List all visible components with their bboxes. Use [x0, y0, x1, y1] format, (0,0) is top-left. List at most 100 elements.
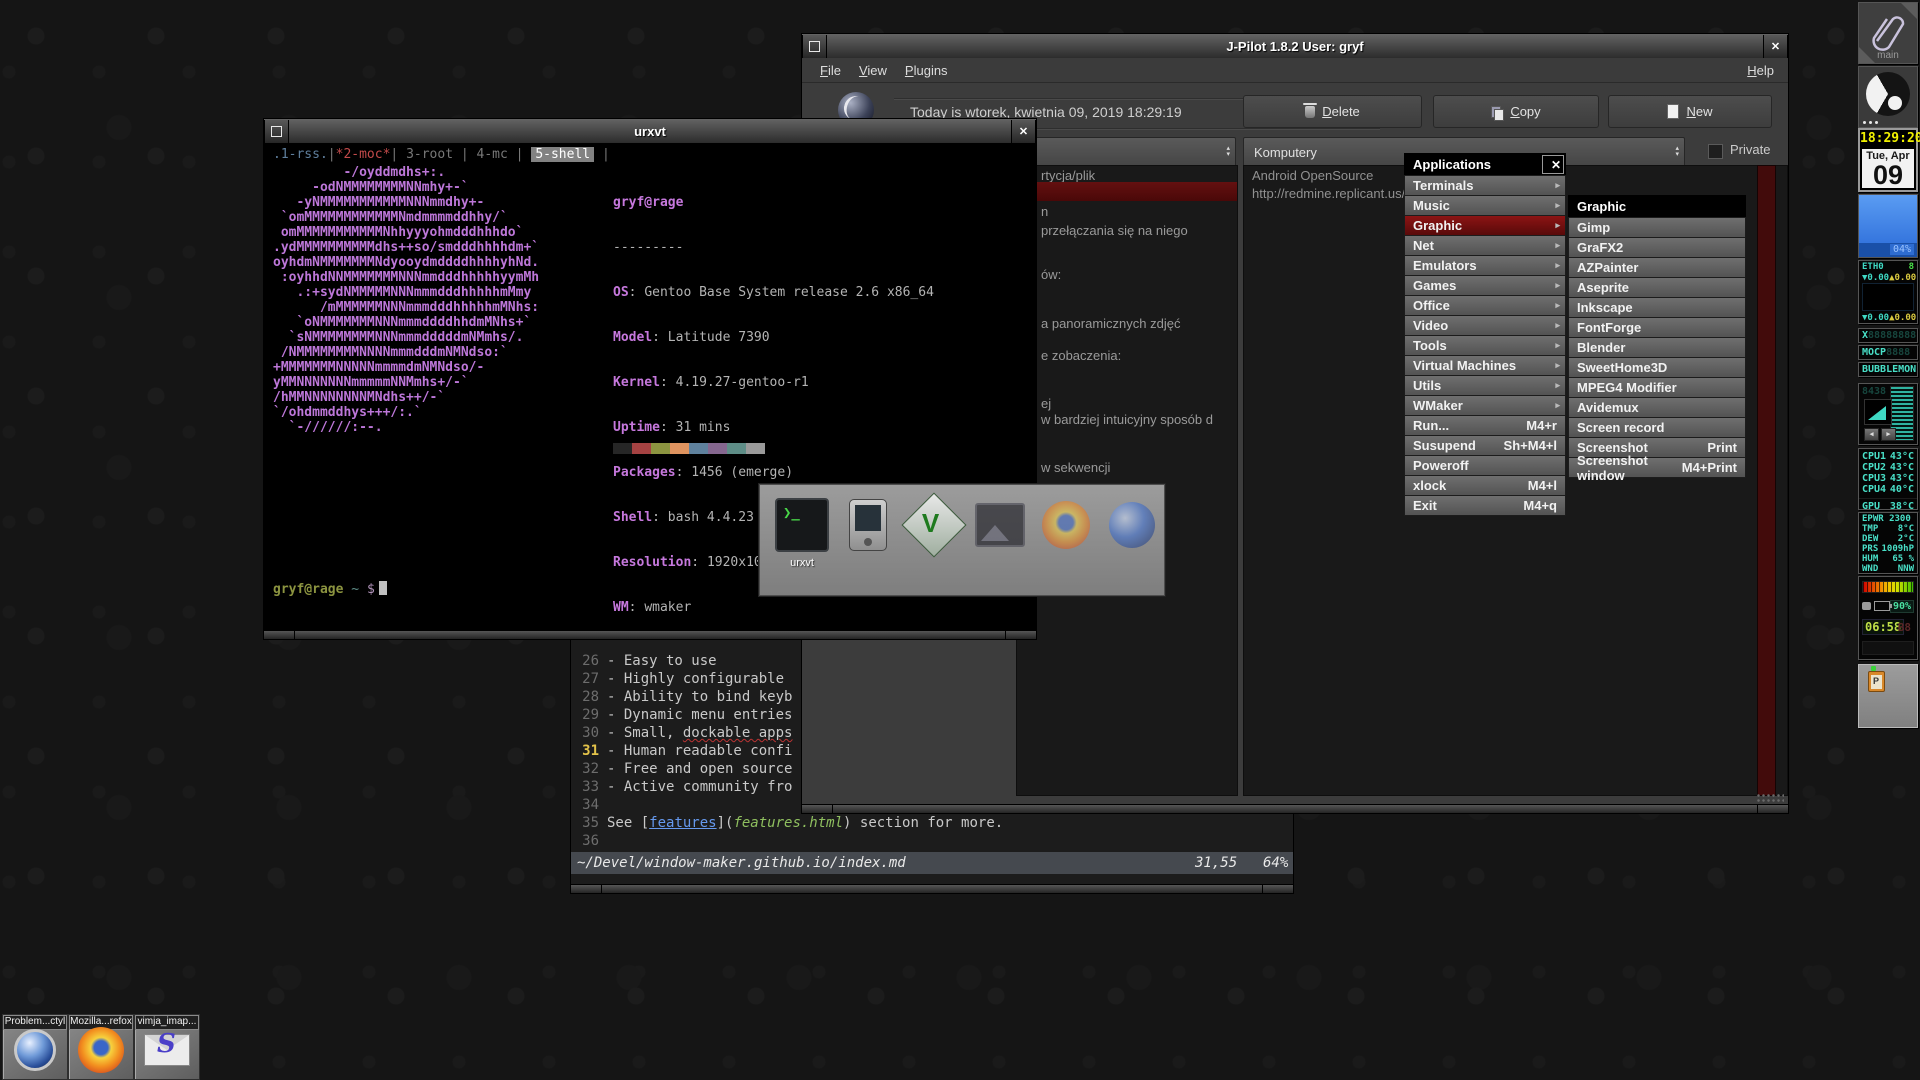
jpilot-resizebar[interactable] — [802, 804, 1788, 813]
menu-close-button[interactable]: ✕ — [1542, 155, 1564, 174]
panel-icon-vim[interactable]: V — [906, 497, 962, 553]
panel-icon-browser[interactable] — [1104, 497, 1160, 553]
memo-row[interactable]: przełączania się na niego — [1041, 223, 1188, 238]
miniaturize-button[interactable] — [802, 35, 827, 58]
dock-temperature-monitor[interactable]: CPU143°C CPU243°C CPU343°C CPU440°C GPU3… — [1858, 448, 1918, 510]
vim-line: 33- Active community fro — [571, 778, 792, 796]
vim-statusline: ~/Devel/window-maker.github.io/index.md … — [571, 852, 1293, 874]
memo-row-selected[interactable] — [1017, 182, 1237, 201]
menu-item-screenshot-window[interactable]: Screenshot windowM4+Print — [1568, 457, 1746, 478]
close-icon: ✕ — [1551, 158, 1563, 172]
shell-prompt: gryf@rage ~ $ — [273, 581, 387, 597]
dock-netload-monitor[interactable]: 04% — [1858, 194, 1918, 258]
panel-icon-image[interactable] — [972, 497, 1028, 553]
dock-lcd-x[interactable]: X88888888 — [1858, 328, 1918, 343]
menu-plugins[interactable]: Plugins — [905, 63, 948, 78]
dock-button-app[interactable] — [1858, 66, 1918, 128]
menu-item-mpeg4-modifier[interactable]: MPEG4 Modifier — [1568, 377, 1746, 398]
dock-battery-monitor[interactable]: 90% 06:58 B8 — [1858, 576, 1918, 660]
graphic-submenu-title: Graphic — [1568, 195, 1746, 218]
battery-gradient-bar — [1862, 581, 1914, 593]
menu-item-emulators[interactable]: Emulators▸ — [1404, 255, 1566, 276]
minimized-window-problem[interactable]: Problem...ctyl — [2, 1014, 68, 1080]
menu-item-utils[interactable]: Utils▸ — [1404, 375, 1566, 396]
minimized-window-firefox[interactable]: Mozilla...refox — [68, 1014, 134, 1080]
delete-button[interactable]: Delete — [1243, 95, 1422, 128]
new-button[interactable]: New — [1608, 95, 1772, 128]
mail-envelope-icon — [144, 1034, 190, 1066]
globe-icon — [1109, 502, 1155, 548]
menu-item-xlock[interactable]: xlockM4+l — [1404, 475, 1566, 496]
urxvt-resizebar[interactable] — [264, 630, 1036, 639]
menu-help[interactable]: Help — [1747, 63, 1774, 78]
private-checkbox[interactable] — [1708, 144, 1723, 159]
menu-item-poweroff[interactable]: Poweroff — [1404, 455, 1566, 476]
panel-icon-urxvt[interactable] — [774, 497, 830, 553]
menu-item-music[interactable]: Music▸ — [1404, 195, 1566, 216]
record-list-scrollbar[interactable] — [1757, 165, 1776, 796]
urxvt-titlebar[interactable]: urxvt ✕ — [264, 119, 1036, 143]
close-button[interactable]: ✕ — [1011, 120, 1036, 143]
wmnet-tx: ▲0.00 — [1889, 273, 1916, 283]
menu-item-gimp[interactable]: Gimp — [1568, 217, 1746, 238]
menu-item-games[interactable]: Games▸ — [1404, 275, 1566, 296]
dock-lcd-mocp[interactable]: MOCP8888 — [1858, 345, 1918, 360]
spellcheck-underline: dockable apps — [683, 725, 793, 741]
menu-item-aseprite[interactable]: Aseprite — [1568, 277, 1746, 298]
menu-item-avidemux[interactable]: Avidemux — [1568, 397, 1746, 418]
dock-weather-monitor[interactable]: EPWR 2300 TMP8°C DEW2°C PRS1009hP HUM65 … — [1858, 512, 1918, 574]
memo-row[interactable]: n — [1041, 204, 1048, 219]
menu-file[interactable]: File — [820, 63, 841, 78]
menu-item-exit[interactable]: ExitM4+q — [1404, 495, 1566, 516]
dock-clock[interactable]: 18:29:20 Tue, Apr 09 — [1858, 128, 1918, 192]
panel-icon-firefox[interactable] — [1038, 497, 1094, 553]
memo-row[interactable]: ów: — [1041, 267, 1061, 282]
memo-row[interactable]: e zobaczenia: — [1041, 348, 1121, 363]
dock-lcd-bubblemon[interactable]: BUBBLEMON — [1858, 362, 1918, 377]
features-link[interactable]: features — [649, 815, 716, 831]
menu-item-inkscape[interactable]: Inkscape — [1568, 297, 1746, 318]
vim-resizebar[interactable] — [571, 884, 1293, 893]
menu-item-wmaker[interactable]: WMaker▸ — [1404, 395, 1566, 416]
memo-row[interactable]: w sekwencji — [1041, 460, 1110, 475]
dock-wmnet-monitor[interactable]: ETH08 ▼0.00▲0.00 ▼0.00▲0.00 — [1858, 260, 1918, 324]
memo-row[interactable]: w bardziej intuicyjny sposób d — [1041, 412, 1213, 427]
menu-view[interactable]: View — [859, 63, 887, 78]
battery-icon — [1874, 601, 1890, 611]
memo-list[interactable]: rtycja/plik n przełączania się na niego … — [1016, 165, 1238, 796]
memo-row[interactable]: a panoramicznych zdjęć — [1041, 316, 1180, 331]
menu-item-grafx2[interactable]: GraFX2 — [1568, 237, 1746, 258]
menu-item-tools[interactable]: Tools▸ — [1404, 335, 1566, 356]
menu-item-fontforge[interactable]: FontForge — [1568, 317, 1746, 338]
close-button[interactable]: ✕ — [1763, 35, 1788, 58]
menu-item-run[interactable]: Run...M4+r — [1404, 415, 1566, 436]
memo-row[interactable]: ej — [1041, 396, 1051, 411]
menu-item-suspend[interactable]: SusupendSh+M4+l — [1404, 435, 1566, 456]
menu-item-blender[interactable]: Blender — [1568, 337, 1746, 358]
vim-line: 32- Free and open source — [571, 760, 792, 778]
applications-menu-title[interactable]: Applications ✕ — [1404, 153, 1566, 176]
dock-jpilot-app[interactable] — [1858, 664, 1918, 728]
globe-browser-icon — [14, 1029, 56, 1071]
dock-mixer[interactable]: 8438 ◀ ▶ — [1858, 383, 1918, 445]
memo-row[interactable]: rtycja/plik — [1041, 168, 1095, 183]
miniaturize-button[interactable] — [264, 120, 289, 143]
menu-item-video[interactable]: Video▸ — [1404, 315, 1566, 336]
mixer-next-button[interactable]: ▶ — [1881, 428, 1896, 441]
resize-grip[interactable] — [1756, 793, 1784, 803]
menu-item-net[interactable]: Net▸ — [1404, 235, 1566, 256]
menu-item-sweethome3d[interactable]: SweetHome3D — [1568, 357, 1746, 378]
mixer-prev-button[interactable]: ◀ — [1864, 428, 1879, 441]
menu-item-screen-record[interactable]: Screen record — [1568, 417, 1746, 438]
copy-button[interactable]: Copy — [1433, 95, 1599, 128]
dock-clip[interactable]: main — [1858, 2, 1918, 64]
menu-item-terminals[interactable]: Terminals▸ — [1404, 175, 1566, 196]
menu-item-azpainter[interactable]: AZPainter — [1568, 257, 1746, 278]
jpilot-titlebar[interactable]: J-Pilot 1.8.2 User: gryf ✕ — [802, 34, 1788, 58]
minimized-window-mail[interactable]: vimja_imap... — [134, 1014, 200, 1080]
menu-item-virtual-machines[interactable]: Virtual Machines▸ — [1404, 355, 1566, 376]
menu-item-office[interactable]: Office▸ — [1404, 295, 1566, 316]
panel-icon-palm[interactable] — [840, 497, 896, 553]
menu-item-graphic[interactable]: Graphic▸ — [1404, 215, 1566, 236]
memo-category-combo[interactable]: ▴▾ — [1016, 137, 1236, 167]
